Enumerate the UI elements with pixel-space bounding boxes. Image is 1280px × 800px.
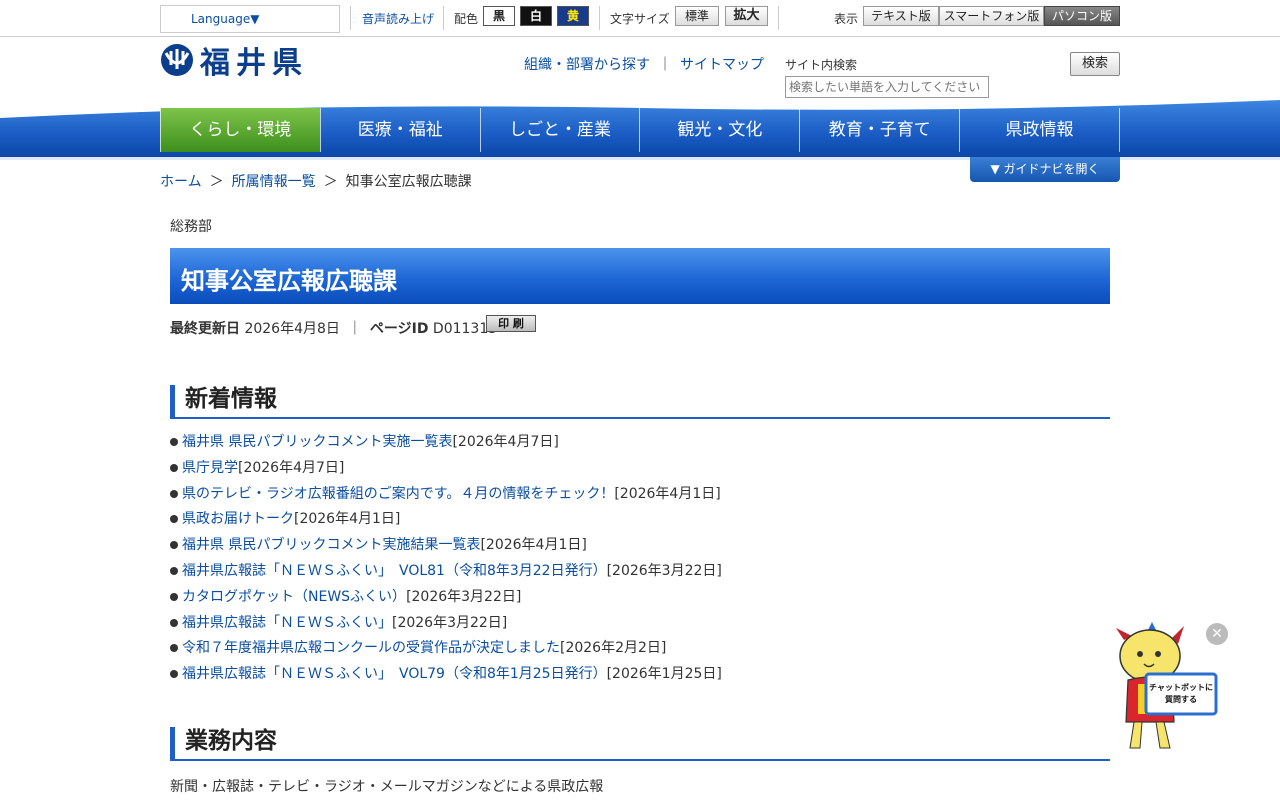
news-link[interactable]: 県政お届けトーク bbox=[182, 511, 294, 527]
list-item: 福井県広報誌「ＮＥＷＳふくい」[2026年3月22日] bbox=[170, 613, 722, 639]
list-item: 県庁見学[2026年4月7日] bbox=[170, 458, 722, 484]
list-item: 福井県広報誌「ＮＥＷＳふくい」 VOL81（令和8年3月22日発行）[2026年… bbox=[170, 561, 722, 587]
site-logo[interactable]: 福井県 bbox=[160, 42, 308, 81]
chatbot-bubble-text: チャットボットに bbox=[1149, 682, 1213, 692]
list-item: 福井県 県民パブリックコメント実施結果一覧表[2026年4月1日] bbox=[170, 535, 722, 561]
nav-item-education[interactable]: 教育・子育て bbox=[799, 108, 959, 152]
news-link[interactable]: 福井県広報誌「ＮＥＷＳふくい」 VOL79（令和8年1月25日発行） bbox=[182, 666, 607, 682]
news-heading-text: 新着情報 bbox=[185, 386, 277, 412]
nav-item-living[interactable]: くらし・環境 bbox=[160, 108, 320, 152]
chatbot-bubble-text: 質問する bbox=[1165, 694, 1197, 704]
news-date: [2026年4月1日] bbox=[294, 511, 401, 528]
language-select[interactable]: Language▼ bbox=[160, 5, 340, 33]
news-date: [2026年3月22日] bbox=[606, 562, 722, 579]
nav-item-medical[interactable]: 医療・福祉 bbox=[319, 108, 480, 152]
color-label: 配色 bbox=[454, 12, 479, 26]
news-date: [2026年1月25日] bbox=[606, 666, 722, 683]
news-date: [2026年4月1日] bbox=[480, 537, 587, 554]
breadcrumb-separator: ＞ bbox=[209, 174, 224, 190]
news-date: [2026年4月1日] bbox=[614, 485, 721, 502]
header-link-separator: ｜ bbox=[658, 57, 672, 73]
chatbot-bubble-icon bbox=[1144, 672, 1218, 716]
work-description: 新聞・広報誌・テレビ・ラジオ・メールマガジンなどによる県政広報 bbox=[170, 779, 604, 795]
search-button[interactable]: 検索 bbox=[1070, 52, 1120, 76]
updated-label: 最終更新日 bbox=[170, 321, 240, 337]
news-link[interactable]: 福井県広報誌「ＮＥＷＳふくい」 bbox=[182, 615, 392, 631]
news-link[interactable]: 福井県 県民パブリックコメント実施結果一覧表 bbox=[182, 537, 480, 553]
page-title: 知事公室広報広聴課 bbox=[181, 267, 397, 295]
print-button[interactable]: 印 刷 bbox=[486, 315, 536, 332]
news-link[interactable]: 県庁見学 bbox=[182, 460, 238, 476]
mascot-horn-icon bbox=[1148, 622, 1156, 630]
divider bbox=[443, 6, 444, 30]
org-search-link[interactable]: 組織・部署から探す bbox=[524, 57, 650, 73]
nav-item-work[interactable]: しごと・産業 bbox=[479, 108, 640, 152]
page-id-label: ページID bbox=[369, 321, 429, 337]
news-link[interactable]: 県のテレビ・ラジオ広報番組のご案内です。４月の情報をチェック！ bbox=[182, 486, 614, 502]
work-heading-text: 業務内容 bbox=[185, 728, 277, 754]
list-item: 福井県広報誌「ＮＥＷＳふくい」 VOL79（令和8年1月25日発行）[2026年… bbox=[170, 664, 722, 690]
page-title-box: 知事公室広報広聴課 bbox=[170, 248, 1110, 304]
divider bbox=[599, 6, 600, 30]
news-date: [2026年2月2日] bbox=[560, 640, 667, 657]
nav-item-government[interactable]: 県政情報 bbox=[959, 108, 1120, 152]
list-item: 令和７年度福井県広報コンクールの受賞作品が決定しました[2026年2月2日] bbox=[170, 638, 722, 664]
utility-bar: Language▼ 音声読み上げ 配色 黒 白 黄 文字サイズ 標準 拡大 表示… bbox=[0, 0, 1280, 37]
list-item: 県のテレビ・ラジオ広報番組のご案内です。４月の情報をチェック！[2026年4月1… bbox=[170, 484, 722, 510]
news-link[interactable]: 令和７年度福井県広報コンクールの受賞作品が決定しました bbox=[182, 640, 560, 656]
news-link[interactable]: 福井県広報誌「ＮＥＷＳふくい」 VOL81（令和8年3月22日発行） bbox=[182, 563, 607, 579]
news-heading: 新着情報 bbox=[170, 385, 1110, 419]
guide-navi-button[interactable]: ▼ ガイドナビを開く bbox=[970, 157, 1120, 182]
news-date: [2026年3月22日] bbox=[392, 614, 508, 631]
breadcrumb-separator: ＞ bbox=[323, 174, 338, 190]
search-input[interactable] bbox=[785, 76, 989, 98]
prefecture-emblem-icon bbox=[161, 44, 193, 76]
updated-value: 2026年4月8日 bbox=[244, 321, 340, 337]
text-version-button[interactable]: テキスト版 bbox=[863, 6, 939, 26]
news-link[interactable]: 福井県 県民パブリックコメント実施一覧表 bbox=[182, 434, 452, 450]
logo-text: 福井県 bbox=[200, 46, 308, 81]
work-heading: 業務内容 bbox=[170, 727, 1110, 761]
search-label: サイト内検索 bbox=[785, 58, 858, 72]
color-black-button[interactable]: 黒 bbox=[483, 6, 515, 26]
font-standard-button[interactable]: 標準 bbox=[675, 6, 719, 26]
nav-item-tourism[interactable]: 観光・文化 bbox=[639, 108, 799, 152]
page-meta: 最終更新日 2026年4月8日｜ページID D011315 bbox=[170, 318, 497, 338]
breadcrumb-home[interactable]: ホーム bbox=[160, 174, 202, 190]
color-yellow-button[interactable]: 黄 bbox=[557, 6, 589, 26]
breadcrumb: ホーム ＞ 所属情報一覧 ＞ 知事公室広報広聴課 bbox=[160, 171, 472, 191]
font-size-label: 文字サイズ bbox=[610, 12, 670, 26]
divider bbox=[350, 6, 351, 30]
meta-separator: ｜ bbox=[347, 321, 362, 337]
news-date: [2026年3月22日] bbox=[406, 588, 522, 605]
sitemap-link[interactable]: サイトマップ bbox=[680, 57, 764, 73]
color-white-button[interactable]: 白 bbox=[520, 6, 552, 26]
chatbot-close-icon[interactable]: ✕ bbox=[1206, 623, 1228, 645]
pc-version-button[interactable]: パソコン版 bbox=[1044, 6, 1120, 26]
breadcrumb-current: 知事公室広報広聴課 bbox=[345, 174, 472, 190]
breadcrumb-list[interactable]: 所属情報一覧 bbox=[232, 174, 316, 190]
chatbot-mascot[interactable]: チャットボットに 質問する bbox=[1110, 622, 1220, 752]
list-item: 福井県 県民パブリックコメント実施一覧表[2026年4月7日] bbox=[170, 432, 722, 458]
department-name: 総務部 bbox=[170, 219, 212, 235]
display-label: 表示 bbox=[834, 12, 859, 26]
global-nav: くらし・環境 医療・福祉 しごと・産業 観光・文化 教育・子育て 県政情報 bbox=[160, 108, 1120, 152]
news-date: [2026年4月7日] bbox=[452, 434, 559, 450]
news-list: 福井県 県民パブリックコメント実施一覧表[2026年4月7日] 県庁見学[202… bbox=[170, 432, 722, 690]
news-date: [2026年4月7日] bbox=[238, 459, 345, 476]
list-item: カタログポケット（NEWSふくい）[2026年3月22日] bbox=[170, 587, 722, 613]
divider bbox=[778, 6, 779, 30]
smartphone-version-button[interactable]: スマートフォン版 bbox=[939, 6, 1044, 26]
font-large-button[interactable]: 拡大 bbox=[725, 6, 768, 26]
news-link[interactable]: カタログポケット（NEWSふくい） bbox=[182, 589, 406, 605]
voice-reader-link[interactable]: 音声読み上げ bbox=[362, 10, 434, 27]
list-item: 県政お届けトーク[2026年4月1日] bbox=[170, 509, 722, 535]
header-links: 組織・部署から探す ｜ サイトマップ bbox=[524, 54, 764, 74]
